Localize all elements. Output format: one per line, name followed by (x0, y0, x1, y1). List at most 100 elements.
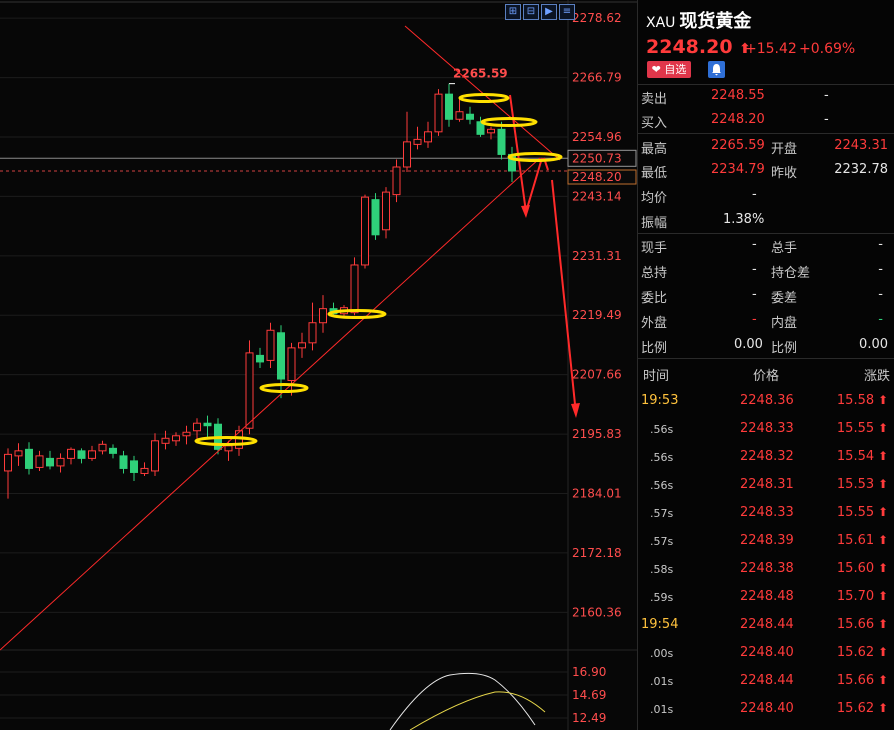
alert-bell-button[interactable] (708, 61, 725, 78)
candle-up (434, 93, 443, 133)
instrument-code: XAU (646, 15, 676, 31)
outer-inner-row: 外盘 - 内盘 - (641, 312, 883, 331)
up-arrow-icon: ⬆ (874, 421, 888, 435)
up-arrow-icon: ⬆ (874, 393, 888, 407)
candle-up (287, 347, 296, 382)
target-arrow-line (551, 179, 577, 415)
tick-time: 19:54 (641, 617, 679, 632)
y-tick-label: 2266.79 (572, 71, 622, 85)
candle-down (119, 455, 128, 469)
y-tick-label: 2243.14 (572, 189, 622, 203)
chart-toolbar: ⊞ ⊟ ▶ ≡ (505, 4, 575, 20)
tick-time: .00s (650, 647, 674, 660)
tick-change: 15.53 ⬆ (836, 477, 888, 492)
candle-up (172, 435, 180, 442)
candle-up (392, 166, 401, 196)
split-icon[interactable]: ⊟ (523, 4, 539, 20)
tick-change: 15.61 ⬆ (836, 533, 888, 548)
tick-price: 2248.33 (740, 421, 794, 436)
quote-panel: XAU 现货黄金 2248.20 ⬆ +15.42 +0.69% ❤ 自选 卖出 … (637, 0, 894, 730)
tick-row: .57s 2248.33 15.55 ⬆ (638, 501, 894, 526)
up-arrow-icon: ⬆ (874, 589, 888, 603)
tick-time: 19:53 (641, 393, 679, 408)
amplitude-row: 振幅 1.38% (641, 212, 765, 231)
buy-row: 买入 2248.20 - (641, 112, 829, 131)
up-arrow-icon: ⬆ (874, 533, 888, 547)
candle-up (424, 131, 432, 143)
chart-area[interactable]: 2278.62 2266.79 2254.96 2243.14 2231.31 2219.… (0, 0, 637, 730)
tick-change: 15.62 ⬆ (836, 701, 888, 716)
tick-price: 2248.32 (740, 449, 794, 464)
tick-change: 15.58 ⬆ (836, 393, 888, 408)
tick-price: 2248.33 (740, 505, 794, 520)
tick-price: 2248.44 (740, 617, 794, 632)
instrument-name: 现货黄金 (679, 11, 752, 32)
candle-up (298, 342, 306, 349)
tick-time: .57s (650, 535, 674, 548)
up-arrow-icon: ⬆ (874, 449, 888, 463)
tick-row: .56s 2248.31 15.53 ⬆ (638, 473, 894, 498)
tick-row: 19:53 2248.36 15.58 ⬆ (638, 389, 894, 414)
y-tick-label: 2195.83 (572, 427, 622, 441)
candle-up (14, 450, 23, 457)
up-arrow-icon: ⬆ (874, 477, 888, 491)
crosshair-price-label: 2250.73 (572, 151, 622, 165)
tick-price: 2248.36 (740, 393, 794, 408)
tick-change: 15.60 ⬆ (836, 561, 888, 576)
expand-icon[interactable]: ⊞ (505, 4, 521, 20)
tick-row: .59s 2248.48 15.70 ⬆ (638, 585, 894, 610)
y-tick-label: 2278.62 (572, 11, 622, 25)
candle-up (361, 196, 369, 266)
candle-down (203, 422, 212, 427)
candle-up (161, 437, 170, 444)
tick-change: 15.54 ⬆ (836, 449, 888, 464)
tick-change: 15.55 ⬆ (836, 505, 888, 520)
tick-time: .57s (650, 507, 674, 520)
y-tick-label: 2219.49 (572, 308, 622, 322)
candle-down (77, 450, 86, 459)
indicator-tick-label: 12.49 (572, 711, 606, 725)
candle-down (445, 93, 453, 120)
candle-up (403, 141, 411, 168)
candle-down (46, 457, 54, 467)
tick-change: 15.70 ⬆ (836, 589, 888, 604)
target-arrowhead (571, 403, 580, 418)
instrument-title: XAU 现货黄金 (646, 7, 751, 33)
candle-up (151, 440, 159, 472)
tick-change: 15.66 ⬆ (836, 617, 888, 632)
y-tick-label: 2160.36 (572, 605, 622, 619)
candle-down (497, 128, 506, 155)
candle-up (308, 322, 317, 344)
indicator-line-1 (389, 672, 536, 730)
candle-down (371, 199, 380, 236)
uptrend-line (0, 157, 541, 651)
tick-price: 2248.38 (740, 561, 794, 576)
price-change-pct: +0.69% (799, 41, 856, 57)
tick-row: .58s 2248.38 15.60 ⬆ (638, 557, 894, 582)
open-interest-row: 总持 - 持仓差 - (641, 262, 883, 281)
tick-row: .56s 2248.33 15.55 ⬆ (638, 417, 894, 442)
volume-row: 现手 - 总手 - (641, 237, 883, 256)
indicator-tick-label: 14.69 (572, 688, 606, 702)
candle-up (88, 450, 96, 459)
candle-down (277, 332, 285, 380)
candle-up (56, 457, 65, 467)
tick-row: .01s 2248.40 15.62 ⬆ (638, 697, 894, 722)
add-favorite-button[interactable]: ❤ 自选 (647, 61, 691, 78)
candle-up (140, 467, 149, 474)
y-tick-label: 2254.96 (572, 130, 622, 144)
candle-up (413, 138, 422, 145)
price-chart[interactable]: 2278.62 2266.79 2254.96 2243.14 2231.31 2219.… (0, 0, 637, 730)
support-ellipse (259, 383, 309, 393)
tick-price: 2248.39 (740, 533, 794, 548)
candle-down (130, 460, 138, 473)
up-arrow-icon: ⬆ (874, 561, 888, 575)
tick-change: 15.66 ⬆ (836, 673, 888, 688)
play-icon[interactable]: ▶ (541, 4, 557, 20)
candle-up (98, 443, 107, 452)
candle-up (350, 264, 359, 314)
settings-icon[interactable]: ≡ (559, 4, 575, 20)
tick-row: .01s 2248.44 15.66 ⬆ (638, 669, 894, 694)
bid-ratio-row: 委比 - 委差 - (641, 287, 883, 306)
up-arrow-icon: ⬆ (874, 645, 888, 659)
